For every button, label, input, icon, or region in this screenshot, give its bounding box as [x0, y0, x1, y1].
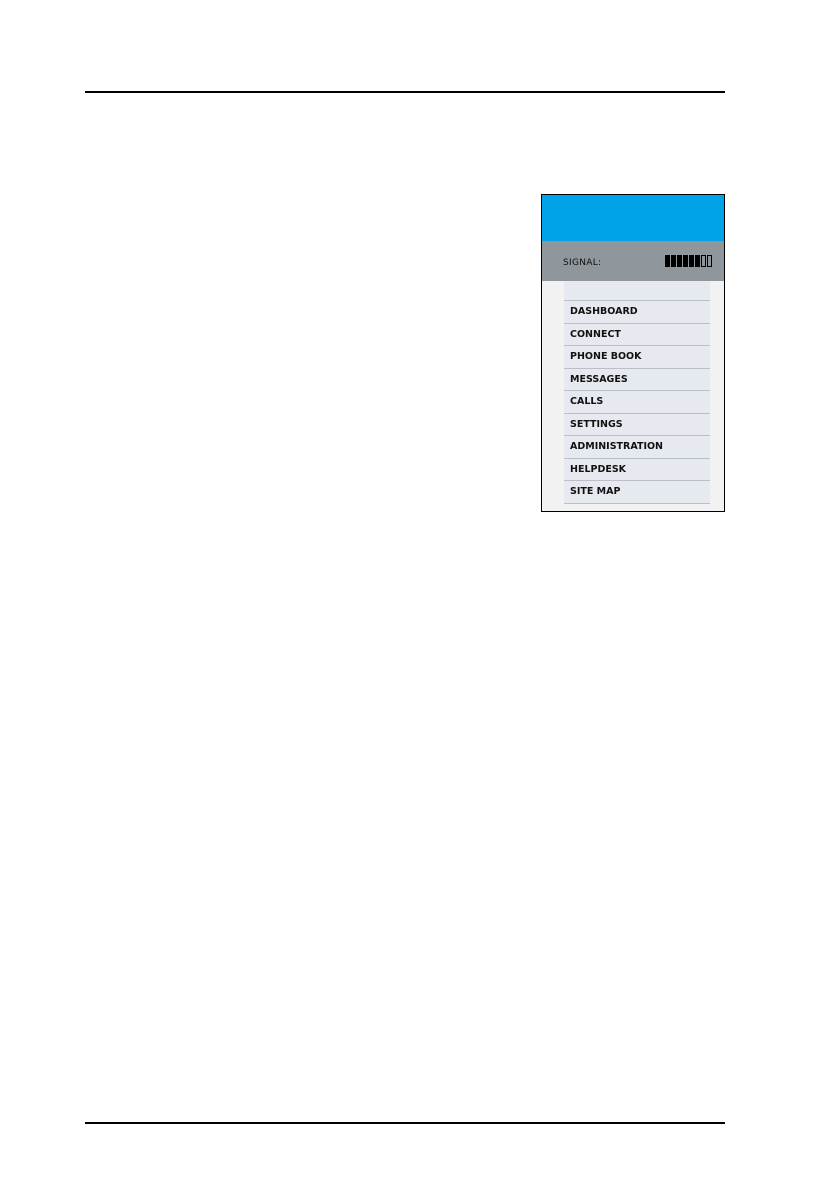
- signal-status-bar: SIGNAL:: [542, 241, 724, 281]
- header-rule: [85, 91, 725, 93]
- menu-item-site-map[interactable]: SITE MAP: [564, 481, 710, 504]
- signal-bar-filled: [695, 255, 700, 267]
- menu-item-connect[interactable]: CONNECT: [564, 323, 710, 346]
- menu-item-phone-book[interactable]: PHONE BOOK: [564, 346, 710, 369]
- menu-item-calls[interactable]: CALLS: [564, 391, 710, 414]
- main-menu: DASHBOARD CONNECT PHONE BOOK MESSAGES CA…: [564, 281, 710, 504]
- menu-item-dashboard[interactable]: DASHBOARD: [564, 301, 710, 324]
- signal-bar-filled: [689, 255, 694, 267]
- signal-bar-filled: [671, 255, 676, 267]
- menu-item-helpdesk[interactable]: HELPDESK: [564, 458, 710, 481]
- top-banner: [542, 195, 724, 241]
- signal-bar-filled: [677, 255, 682, 267]
- menu-item-administration[interactable]: ADMINISTRATION: [564, 436, 710, 459]
- signal-bar-filled: [683, 255, 688, 267]
- signal-bar-empty: [701, 255, 706, 267]
- signal-label: SIGNAL:: [563, 258, 602, 268]
- signal-strength-icon: [665, 255, 712, 267]
- footer-rule: [85, 1122, 725, 1124]
- signal-bar-empty: [707, 255, 712, 267]
- web-interface-panel: SIGNAL: DASHBOARD CONNECT PHONE BOOK MES…: [541, 194, 725, 512]
- signal-bar-filled: [665, 255, 670, 267]
- menu-item-messages[interactable]: MESSAGES: [564, 368, 710, 391]
- menu-item-settings[interactable]: SETTINGS: [564, 413, 710, 436]
- menu-spacer: [564, 281, 710, 301]
